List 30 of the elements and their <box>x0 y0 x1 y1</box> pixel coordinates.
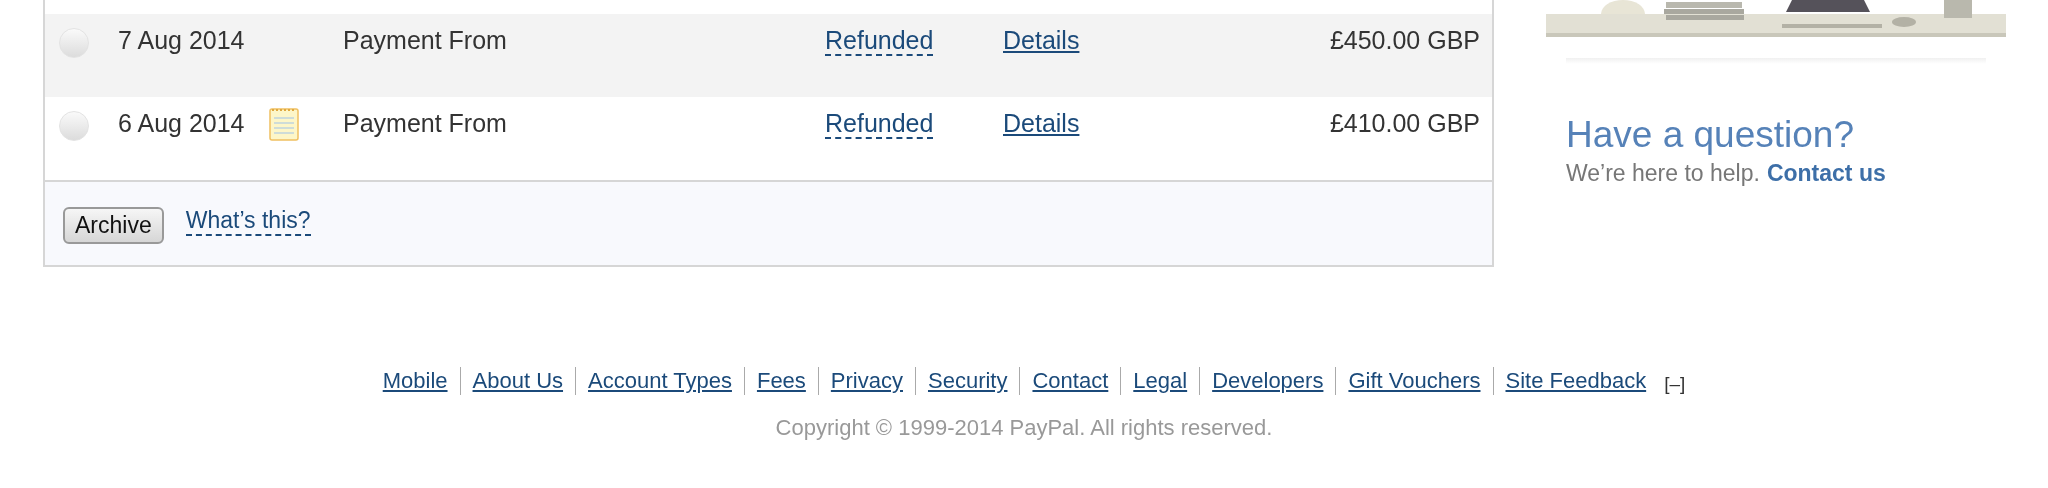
details-link[interactable]: Details <box>1003 26 1080 54</box>
contact-link[interactable]: Contact us <box>1766 160 1886 187</box>
amount-text: £450.00 GBP <box>1329 26 1480 54</box>
status-link[interactable]: Refunded <box>825 26 934 56</box>
footer-link[interactable]: Site Feedback <box>1505 368 1647 394</box>
description-text: Payment From <box>343 26 507 54</box>
footer-link[interactable]: About Us <box>472 368 564 394</box>
amount-text: £410.00 GBP <box>1329 109 1480 137</box>
footer-link[interactable]: Developers <box>1212 368 1324 394</box>
help-link[interactable]: What’s this? <box>185 207 311 236</box>
row-radio[interactable] <box>59 28 89 58</box>
help-title: Have a question? <box>1566 114 1855 156</box>
row-radio[interactable] <box>59 111 89 141</box>
footer-link[interactable]: Privacy <box>830 368 903 394</box>
footer-link[interactable]: Security <box>928 368 1008 394</box>
footer-link[interactable]: Fees <box>756 368 806 394</box>
date-text: 6 Aug 2014 <box>118 109 245 137</box>
help-text: We’re here to help. <box>1566 160 1760 187</box>
description-text: Payment From <box>343 109 507 137</box>
footer-toggle[interactable]: [–] <box>1664 373 1686 395</box>
date-text: 7 Aug 2014 <box>118 26 245 54</box>
footer-link[interactable]: Gift Vouchers <box>1348 368 1481 394</box>
footer-link[interactable]: Legal <box>1133 368 1188 394</box>
footer-link[interactable]: Account Types <box>588 368 732 394</box>
footer-link[interactable]: Mobile <box>382 368 448 394</box>
copyright-text: Copyright © 1999-2014 PayPal. All rights reserved. <box>774 415 1274 441</box>
status-link[interactable]: Refunded <box>825 109 934 139</box>
details-link[interactable]: Details <box>1003 109 1080 137</box>
footer-link[interactable]: Contact <box>1032 368 1109 394</box>
archive-button[interactable]: Archive <box>63 207 164 244</box>
